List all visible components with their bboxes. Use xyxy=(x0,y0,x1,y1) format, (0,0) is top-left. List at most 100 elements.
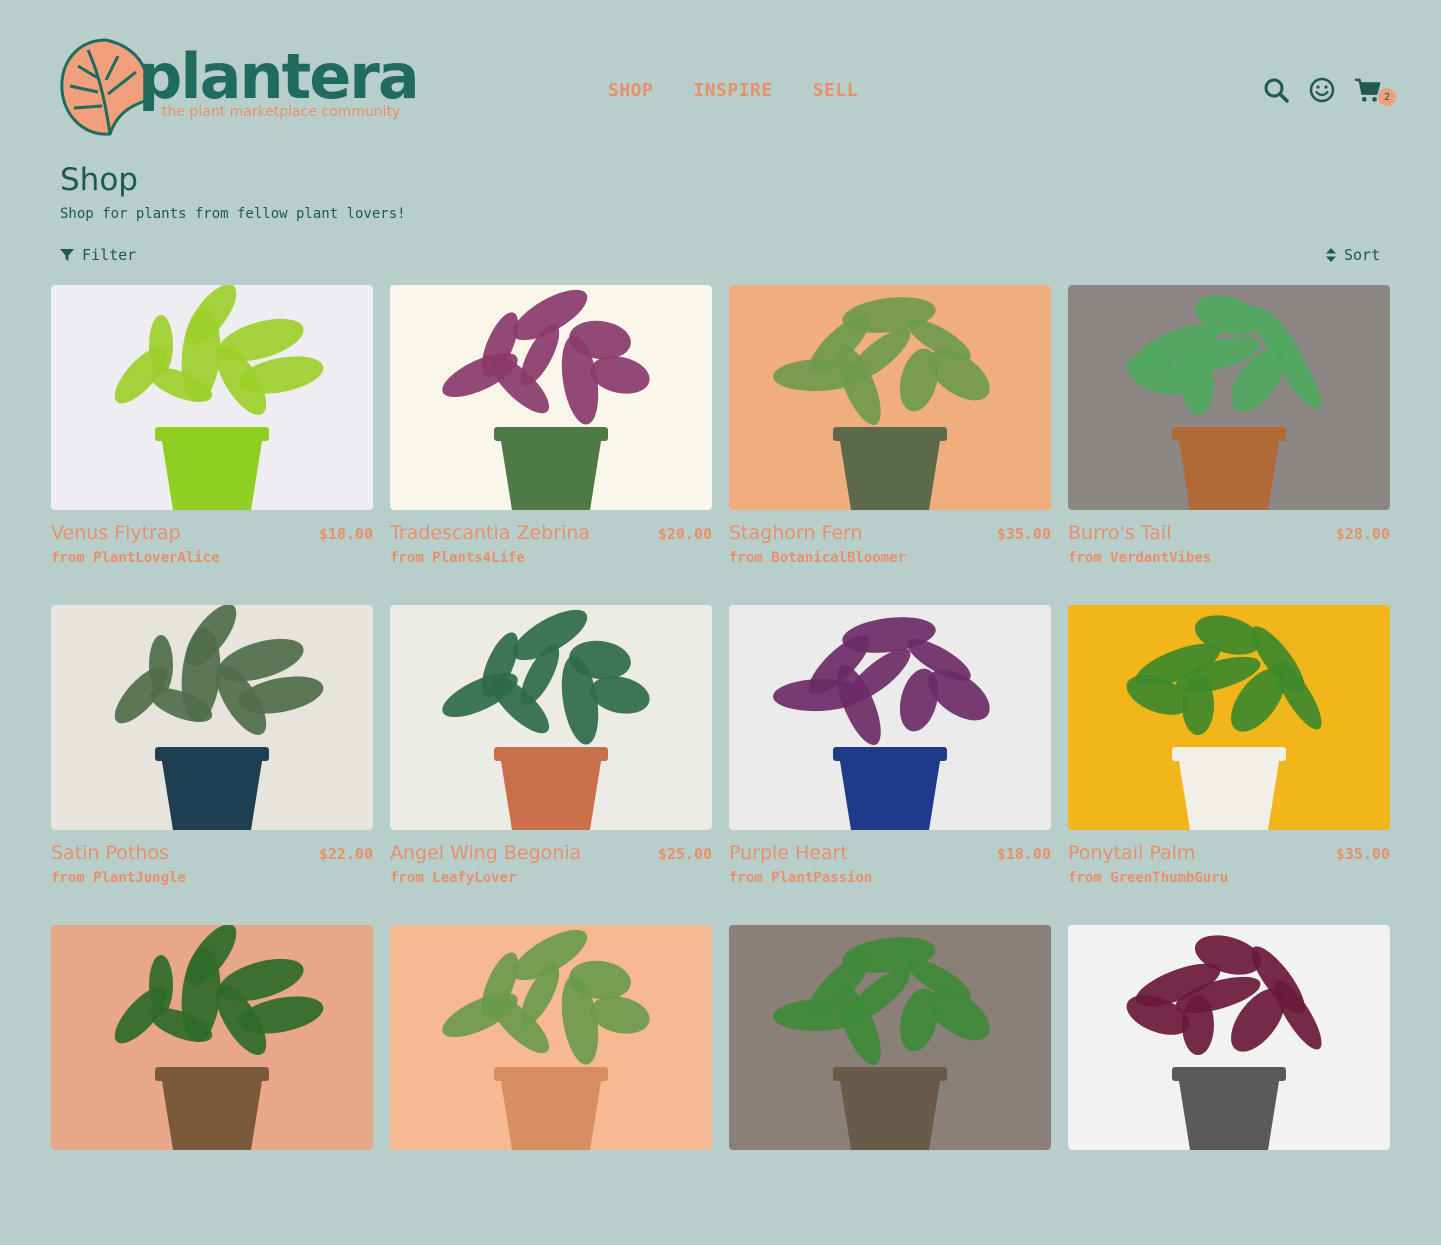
product-image[interactable] xyxy=(729,925,1051,1150)
sort-button[interactable]: Sort xyxy=(1326,246,1380,264)
brand-tagline: the plant marketplace community xyxy=(162,104,401,120)
filter-button[interactable]: Filter xyxy=(60,246,136,264)
product-price: $35.00 xyxy=(996,525,1051,543)
sort-label: Sort xyxy=(1344,246,1381,264)
product-seller[interactable]: from LeafyLover xyxy=(390,870,712,886)
plant-pot xyxy=(500,435,602,510)
plant-pot xyxy=(839,435,941,510)
product-image[interactable] xyxy=(51,925,373,1150)
product-image[interactable] xyxy=(1068,605,1390,830)
product-card[interactable]: Burro's Tail $28.00 from VerdantVibes xyxy=(1068,285,1390,605)
product-price: $18.00 xyxy=(996,845,1051,863)
account-button[interactable] xyxy=(1308,74,1336,106)
product-seller[interactable]: from GreenThumbGuru xyxy=(1068,870,1390,886)
product-name[interactable]: Satin Pothos xyxy=(51,842,169,864)
product-seller[interactable]: from VerdantVibes xyxy=(1068,550,1390,566)
product-info: Tradescantia Zebrina $20.00 xyxy=(390,522,712,544)
plant-pot xyxy=(1178,435,1280,510)
pot-rim xyxy=(1172,427,1286,441)
pot-rim xyxy=(494,427,608,441)
product-card[interactable]: Angel Wing Begonia $25.00 from LeafyLover xyxy=(390,605,712,925)
product-seller[interactable]: from BotanicalBloomer xyxy=(729,550,1051,566)
product-price: $28.00 xyxy=(1335,525,1390,543)
brand-logo[interactable]: plantera the plant marketplace community xyxy=(58,36,420,140)
product-name[interactable]: Tradescantia Zebrina xyxy=(390,522,590,544)
pot-rim xyxy=(494,747,608,761)
product-name[interactable]: Staghorn Fern xyxy=(729,522,863,544)
pot-rim xyxy=(833,747,947,761)
pot-rim xyxy=(833,427,947,441)
filter-label: Filter xyxy=(82,246,137,264)
plant-pot xyxy=(161,435,263,510)
product-seller[interactable]: from Plants4Life xyxy=(390,550,712,566)
page-title: Shop xyxy=(60,162,138,198)
product-seller[interactable]: from PlantLoverAlice xyxy=(51,550,373,566)
product-image[interactable] xyxy=(1068,285,1390,510)
smiley-icon xyxy=(1309,77,1335,103)
site-header: plantera the plant marketplace community… xyxy=(0,0,1441,150)
product-price: $22.00 xyxy=(318,845,373,863)
cart-count-badge: 2 xyxy=(1378,88,1396,106)
product-image[interactable] xyxy=(390,605,712,830)
product-image[interactable] xyxy=(51,605,373,830)
product-card[interactable] xyxy=(51,925,373,1245)
product-price: $18.00 xyxy=(318,525,373,543)
plant-pot xyxy=(161,755,263,830)
product-seller[interactable]: from PlantJungle xyxy=(51,870,373,886)
plant-pot xyxy=(839,1075,941,1150)
brand-name: plantera xyxy=(138,40,420,113)
product-info: Venus Flytrap $18.00 xyxy=(51,522,373,544)
product-price: $20.00 xyxy=(657,525,712,543)
product-card[interactable]: Tradescantia Zebrina $20.00 from Plants4Li… xyxy=(390,285,712,605)
header-actions: 2 xyxy=(1262,74,1396,106)
product-name[interactable]: Venus Flytrap xyxy=(51,522,181,544)
plant-pot xyxy=(1178,1075,1280,1150)
sort-icon xyxy=(1326,248,1336,262)
product-image[interactable] xyxy=(729,605,1051,830)
nav-inspire[interactable]: INSPIRE xyxy=(693,80,772,101)
pot-rim xyxy=(155,1067,269,1081)
product-info: Staghorn Fern $35.00 xyxy=(729,522,1051,544)
page-subtitle: Shop for plants from fellow plant lovers… xyxy=(60,206,406,222)
search-icon xyxy=(1264,78,1289,103)
product-card[interactable] xyxy=(390,925,712,1245)
pot-rim xyxy=(494,1067,608,1081)
product-image[interactable] xyxy=(51,285,373,510)
product-name[interactable]: Burro's Tail xyxy=(1068,522,1171,544)
product-info: Purple Heart $18.00 xyxy=(729,842,1051,864)
product-seller[interactable]: from PlantPassion xyxy=(729,870,1051,886)
product-grid: Venus Flytrap $18.00 from PlantLoverAlice T… xyxy=(51,285,1390,1245)
pot-rim xyxy=(833,1067,947,1081)
pot-rim xyxy=(155,747,269,761)
plant-pot xyxy=(839,755,941,830)
nav-sell[interactable]: SELL xyxy=(813,80,858,101)
plant-pot xyxy=(500,1075,602,1150)
product-name[interactable]: Ponytail Palm xyxy=(1068,842,1195,864)
product-name[interactable]: Purple Heart xyxy=(729,842,848,864)
cart-button[interactable]: 2 xyxy=(1354,74,1396,106)
product-card[interactable]: Satin Pothos $22.00 from PlantJungle xyxy=(51,605,373,925)
main-nav: SHOP INSPIRE SELL xyxy=(608,80,858,101)
product-info: Burro's Tail $28.00 xyxy=(1068,522,1390,544)
product-image[interactable] xyxy=(390,925,712,1150)
product-price: $25.00 xyxy=(657,845,712,863)
product-image[interactable] xyxy=(1068,925,1390,1150)
product-card[interactable] xyxy=(729,925,1051,1245)
product-info: Angel Wing Begonia $25.00 xyxy=(390,842,712,864)
funnel-icon xyxy=(60,249,74,261)
product-card[interactable]: Staghorn Fern $35.00 from BotanicalBloomer xyxy=(729,285,1051,605)
pot-rim xyxy=(1172,747,1286,761)
product-image[interactable] xyxy=(390,285,712,510)
plant-pot xyxy=(161,1075,263,1150)
nav-shop[interactable]: SHOP xyxy=(608,80,653,101)
product-info: Ponytail Palm $35.00 xyxy=(1068,842,1390,864)
search-button[interactable] xyxy=(1262,74,1290,106)
product-card[interactable] xyxy=(1068,925,1390,1245)
plant-pot xyxy=(500,755,602,830)
product-card[interactable]: Venus Flytrap $18.00 from PlantLoverAlice xyxy=(51,285,373,605)
product-name[interactable]: Angel Wing Begonia xyxy=(390,842,581,864)
plant-pot xyxy=(1178,755,1280,830)
product-card[interactable]: Ponytail Palm $35.00 from GreenThumbGuru xyxy=(1068,605,1390,925)
product-image[interactable] xyxy=(729,285,1051,510)
product-card[interactable]: Purple Heart $18.00 from PlantPassion xyxy=(729,605,1051,925)
